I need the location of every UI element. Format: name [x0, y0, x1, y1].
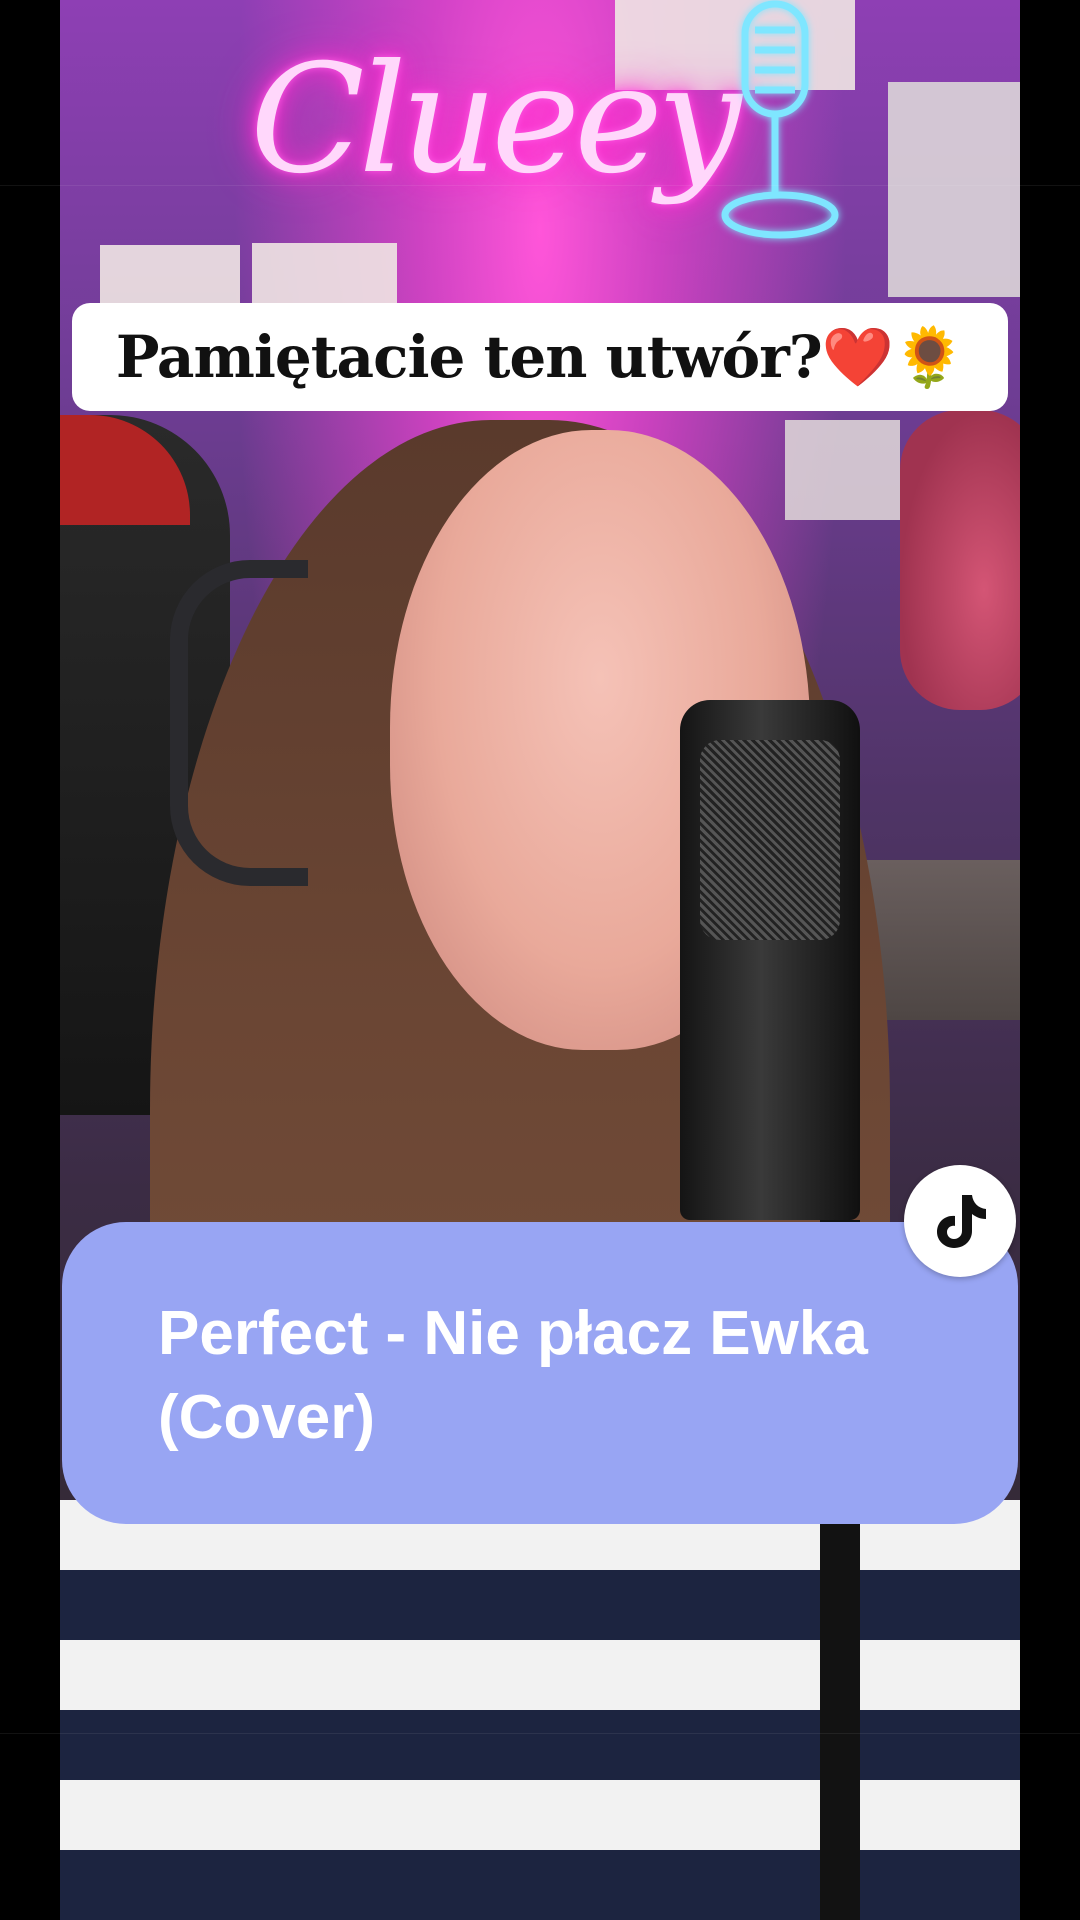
- tiktok-button[interactable]: [904, 1165, 1016, 1277]
- microphone-icon: [721, 0, 839, 239]
- wall-diploma: [888, 82, 1020, 297]
- video-frame: Clueey Pamiętacie ten utwór?❤️🌻 Perfect …: [0, 0, 1080, 1920]
- caption-text: Pamiętacie ten utwór?❤️🌻: [115, 322, 965, 391]
- tiktok-logo-icon: [937, 1195, 986, 1248]
- song-title-card: Perfect - Nie płacz Ewka (Cover): [62, 1222, 1018, 1524]
- video-content: Clueey: [60, 0, 1020, 1920]
- frame-guide: [0, 1733, 1080, 1734]
- frame-guide: [0, 185, 1080, 186]
- striped-shirt: [60, 1500, 1020, 1920]
- wall-diploma: [785, 420, 900, 520]
- headphones: [170, 560, 308, 886]
- caption-banner: Pamiętacie ten utwór?❤️🌻: [72, 303, 1008, 411]
- guitar: [900, 410, 1020, 710]
- microphone-grille: [700, 740, 840, 940]
- song-title: Perfect - Nie płacz Ewka (Cover): [158, 1299, 868, 1452]
